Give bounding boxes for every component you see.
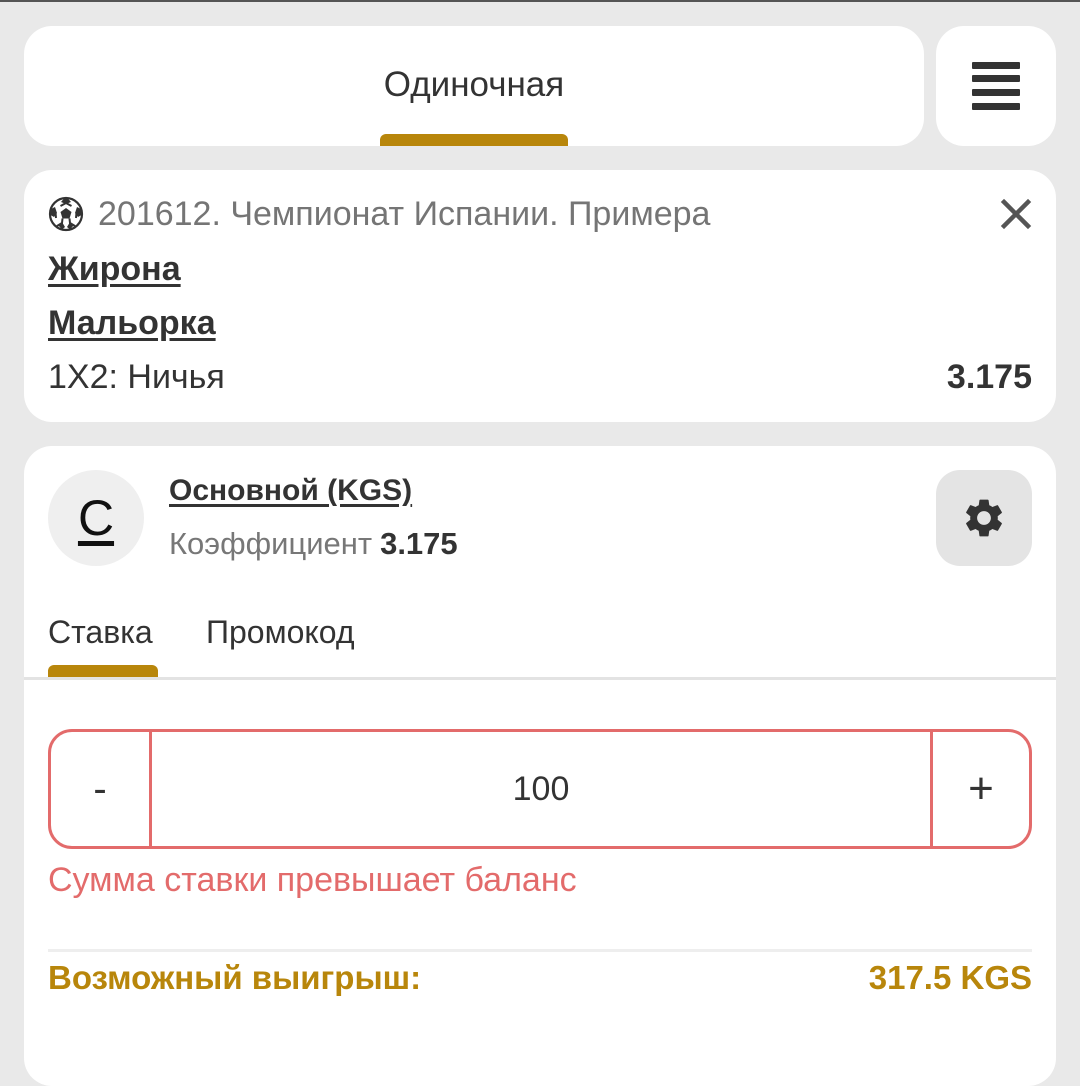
menu-button[interactable] bbox=[936, 26, 1056, 146]
stake-stepper: - + bbox=[48, 729, 1032, 849]
event-league-text: 201612. Чемпионат Испании. Примера bbox=[98, 194, 711, 233]
coefficient-row: Коэффициент 3.175 bbox=[169, 526, 458, 562]
soccer-ball-icon bbox=[48, 196, 84, 232]
stake-error-message: Сумма ставки превышает баланс bbox=[48, 861, 577, 899]
increase-stake-button[interactable]: + bbox=[930, 732, 1029, 846]
gear-icon bbox=[966, 499, 1002, 537]
stake-input[interactable] bbox=[152, 732, 930, 846]
settings-button[interactable] bbox=[936, 470, 1032, 566]
winnings-divider bbox=[48, 949, 1032, 952]
team-home[interactable]: Жирона bbox=[48, 250, 181, 289]
possible-winnings-value: 317.5 KGS bbox=[868, 959, 1032, 996]
menu-icon bbox=[972, 62, 1020, 110]
close-icon[interactable] bbox=[1000, 198, 1032, 230]
coefficient-label: Коэффициент bbox=[169, 526, 373, 561]
tab-active-indicator bbox=[48, 665, 158, 677]
bet-type-tabs: Одиночная bbox=[24, 26, 924, 146]
tab-single[interactable]: Одиночная bbox=[24, 26, 924, 146]
tabs-divider bbox=[24, 677, 1056, 680]
bet-card: C Основной (KGS) Коэффициент 3.175 Ставка… bbox=[24, 446, 1056, 1086]
possible-winnings-label: Возможный выигрыш: bbox=[48, 959, 422, 996]
tab-active-indicator bbox=[380, 134, 568, 146]
event-league: 201612. Чемпионат Испании. Примера bbox=[48, 194, 710, 234]
status-divider bbox=[0, 0, 1080, 2]
outcome-odds: 3.175 bbox=[946, 358, 1032, 396]
event-card: 201612. Чемпионат Испании. Примера Жирон… bbox=[24, 170, 1056, 422]
account-name-link[interactable]: Основной (KGS) bbox=[169, 474, 412, 508]
currency-avatar: C bbox=[48, 470, 144, 566]
coefficient-value: 3.175 bbox=[380, 526, 458, 561]
team-away[interactable]: Мальорка bbox=[48, 304, 216, 343]
tab-promo-code[interactable]: Промокод bbox=[206, 614, 355, 651]
tab-stake[interactable]: Ставка bbox=[48, 614, 153, 651]
decrease-stake-button[interactable]: - bbox=[51, 732, 152, 846]
market-outcome: 1X2: Ничья bbox=[48, 358, 225, 396]
